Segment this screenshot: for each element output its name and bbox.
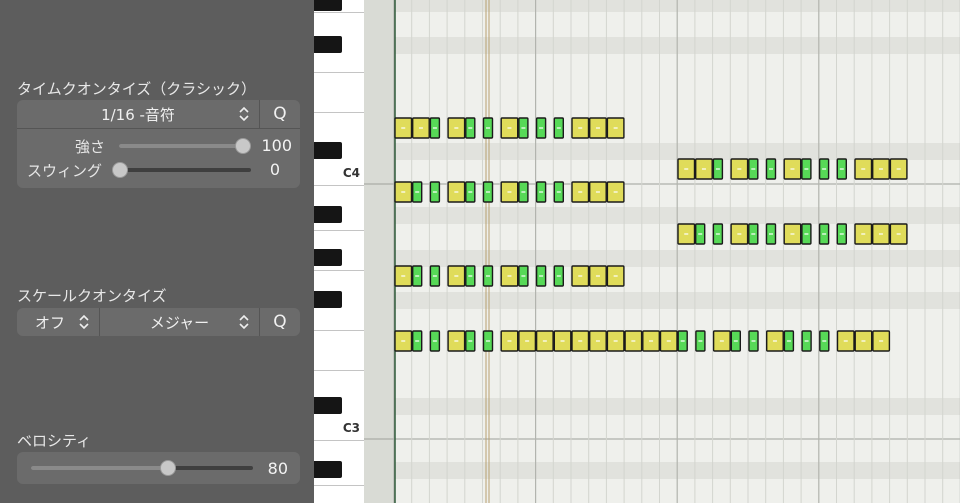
octave-label-c4: C4 bbox=[342, 166, 360, 180]
swing-slider-thumb[interactable] bbox=[112, 162, 128, 178]
black-key-lane bbox=[364, 292, 960, 309]
piano-roll-canvas[interactable] bbox=[364, 0, 960, 503]
time-quantize-title: タイムクオンタイズ（クラシック） bbox=[17, 80, 256, 98]
scale-type-label: メジャー bbox=[149, 313, 210, 332]
inspector-panel: タイムクオンタイズ（クラシック） 1/16 -音符 Q 強さ 100 スウィング… bbox=[0, 0, 314, 503]
scale-q-button[interactable]: Q bbox=[259, 308, 300, 336]
black-key[interactable] bbox=[314, 36, 342, 53]
piano-roll-grid[interactable] bbox=[364, 0, 960, 503]
updown-chevron-icon bbox=[239, 106, 249, 122]
black-key[interactable] bbox=[314, 461, 342, 478]
white-key-divider bbox=[314, 440, 364, 441]
white-key-divider bbox=[314, 230, 364, 231]
scale-quantize-title: スケールクオンタイズ bbox=[17, 287, 167, 305]
white-key-divider bbox=[314, 370, 364, 371]
velocity-value: 80 bbox=[267, 459, 288, 478]
updown-chevron-icon bbox=[79, 314, 89, 330]
black-key[interactable] bbox=[314, 249, 342, 266]
white-key-divider bbox=[314, 112, 364, 113]
black-key[interactable] bbox=[314, 291, 342, 308]
white-key-divider bbox=[314, 270, 364, 271]
white-key-divider bbox=[314, 72, 364, 73]
black-key-lane bbox=[364, 207, 960, 224]
divider bbox=[17, 128, 300, 129]
quantize-value-select[interactable]: 1/16 -音符 bbox=[17, 100, 259, 128]
black-key[interactable] bbox=[314, 206, 342, 223]
velocity-slider[interactable] bbox=[31, 466, 253, 470]
quantize-value-label: 1/16 -音符 bbox=[101, 105, 175, 124]
velocity-box: 80 bbox=[17, 452, 300, 484]
swing-slider[interactable] bbox=[119, 168, 251, 172]
strength-value: 100 bbox=[261, 136, 292, 155]
white-key-divider bbox=[314, 330, 364, 331]
scale-root-select[interactable]: オフ bbox=[17, 308, 99, 336]
time-quantize-box: 1/16 -音符 Q 強さ 100 スウィング 0 bbox=[17, 100, 300, 188]
black-key-lane bbox=[364, 37, 960, 54]
black-key-lane bbox=[364, 0, 960, 12]
strength-slider[interactable] bbox=[119, 144, 251, 148]
black-key-lane bbox=[364, 398, 960, 415]
strength-label: 強さ bbox=[75, 138, 106, 156]
swing-value: 0 bbox=[269, 160, 280, 179]
velocity-slider-fill bbox=[31, 466, 171, 470]
black-key-lane bbox=[364, 143, 960, 160]
quantize-q-button[interactable]: Q bbox=[259, 100, 300, 128]
strength-slider-thumb[interactable] bbox=[235, 138, 251, 154]
black-key[interactable] bbox=[314, 142, 342, 159]
scale-quantize-box: オフ メジャー Q bbox=[17, 308, 300, 336]
pre-roll-region bbox=[364, 0, 394, 503]
octave-label-c3: C3 bbox=[342, 421, 360, 435]
strength-slider-fill bbox=[119, 144, 251, 148]
swing-label: スウィング bbox=[27, 162, 103, 180]
black-key-lane bbox=[364, 462, 960, 479]
white-key-divider bbox=[314, 12, 364, 13]
white-key-divider bbox=[314, 485, 364, 486]
updown-chevron-icon bbox=[239, 314, 249, 330]
black-key[interactable] bbox=[314, 397, 342, 414]
piano-keyboard[interactable]: C4 C3 bbox=[314, 0, 364, 503]
black-key-lane bbox=[364, 250, 960, 267]
black-key[interactable] bbox=[314, 0, 342, 11]
velocity-slider-thumb[interactable] bbox=[160, 460, 176, 476]
white-key-divider bbox=[314, 185, 364, 186]
velocity-title: ベロシティ bbox=[17, 432, 92, 450]
scale-root-label: オフ bbox=[35, 313, 66, 332]
lane-stripes bbox=[364, 0, 960, 503]
scale-type-select[interactable]: メジャー bbox=[99, 308, 259, 336]
